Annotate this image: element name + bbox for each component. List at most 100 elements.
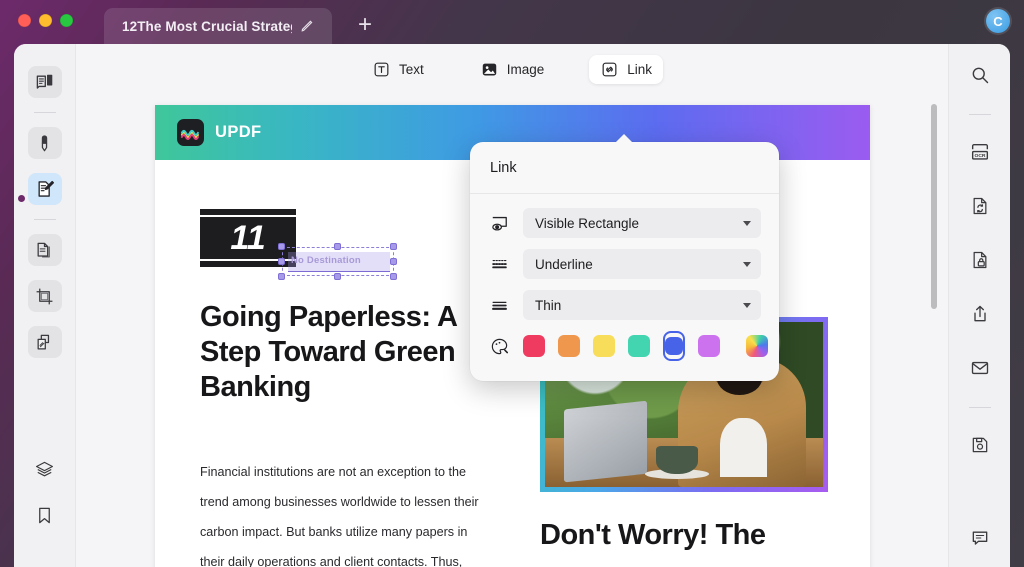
swatch-fill-yellow (593, 335, 615, 357)
sidebar-item-bookmark[interactable] (28, 499, 62, 531)
resize-handle-w[interactable] (278, 258, 285, 265)
search-button[interactable] (963, 60, 997, 90)
link-annotation-label: No Destination (291, 255, 361, 266)
resize-handle-s[interactable] (334, 273, 341, 280)
sidebar-item-reader[interactable] (27, 66, 62, 98)
text-box-icon (374, 62, 389, 76)
swatch-fill-orange (558, 335, 580, 357)
tool-link[interactable]: Link (589, 54, 664, 84)
active-indicator-dot (18, 195, 25, 202)
color-swatch-teal[interactable] (628, 331, 650, 361)
document-subheading: Don't Worry! The (540, 519, 766, 551)
swatch-fill-rainbow (746, 335, 768, 357)
convert-button[interactable] (963, 191, 997, 221)
color-swatch-purple[interactable] (698, 331, 720, 361)
share-button[interactable] (963, 299, 997, 329)
photo-person-shirt (720, 417, 768, 478)
tool-link-label: Link (627, 61, 653, 77)
line-style-select[interactable]: Underline (523, 249, 761, 279)
save-icon (972, 437, 987, 453)
sidebar-item-crop-page[interactable] (27, 280, 62, 312)
color-swatch-red[interactable] (523, 331, 545, 361)
reader-view-icon (36, 74, 53, 89)
window-traffic-lights (18, 14, 73, 27)
document-heading: Going Paperless: A Step Toward Green Ban… (200, 301, 457, 403)
link-chain-icon (602, 62, 617, 76)
vertical-scrollbar[interactable] (931, 104, 937, 309)
protect-document-button[interactable] (963, 245, 997, 275)
brand-name: UPDF (215, 123, 262, 141)
bookmark-icon (39, 507, 50, 523)
photo-laptop (564, 400, 648, 482)
app-window: OCR Text Image Link UPDF 11 No Destinati… (14, 44, 1010, 567)
close-window-button[interactable] (18, 14, 31, 27)
tool-text[interactable]: Text (361, 55, 435, 84)
edit-toolbar: Text Image Link (76, 44, 948, 94)
link-appearance-icon (488, 212, 510, 234)
resize-handle-e[interactable] (390, 258, 397, 265)
minimize-window-button[interactable] (39, 14, 52, 27)
selected-link-annotation[interactable]: No Destination (278, 243, 397, 280)
document-paragraph: Financial institutions are not an except… (200, 465, 479, 567)
annotate-edit-icon (38, 180, 54, 197)
convert-icon (973, 197, 986, 215)
svg-text:OCR: OCR (974, 153, 985, 159)
sidebar-item-layers[interactable] (28, 453, 62, 485)
resize-handle-n[interactable] (334, 243, 341, 250)
resize-handle-se[interactable] (390, 273, 397, 280)
sidebar-item-compare[interactable] (27, 326, 62, 358)
protect-document-icon (973, 251, 986, 269)
tool-image-label: Image (506, 61, 545, 77)
left-sidebar (14, 44, 76, 567)
new-tab-button[interactable]: + (352, 13, 378, 39)
resize-handle-ne[interactable] (390, 243, 397, 250)
line-style-value: Underline (535, 256, 593, 272)
tool-image[interactable]: Image (469, 55, 556, 84)
sidebar-item-organize-pages[interactable] (27, 234, 62, 266)
line-thickness-value: Thin (535, 297, 562, 313)
compare-documents-icon (37, 334, 50, 349)
pencil-icon[interactable] (300, 19, 314, 33)
color-swatch-yellow[interactable] (593, 331, 615, 361)
resize-handle-sw[interactable] (278, 273, 285, 280)
email-icon (971, 361, 988, 375)
line-thickness-select[interactable]: Thin (523, 290, 761, 320)
tool-text-label: Text (398, 61, 424, 77)
right-sidebar-divider-2 (968, 407, 991, 408)
line-style-row: Underline (488, 249, 761, 279)
save-button[interactable] (963, 430, 997, 460)
right-sidebar: OCR (948, 44, 1010, 567)
swatch-fill-teal (628, 335, 650, 357)
chevron-down-icon-2 (743, 261, 751, 267)
ocr-button[interactable]: OCR (963, 137, 997, 167)
sidebar-divider (33, 112, 56, 113)
color-swatch-row (488, 331, 768, 361)
swatch-fill-purple (698, 335, 720, 357)
line-thickness-icon (488, 294, 510, 316)
comment-button[interactable] (963, 523, 997, 553)
line-style-icon (488, 253, 510, 275)
document-tab[interactable]: 12The Most Crucial Strateg (104, 8, 332, 44)
organize-pages-icon (37, 242, 50, 257)
color-palette-icon[interactable] (488, 335, 510, 357)
resize-handle-nw[interactable] (278, 243, 285, 250)
link-appearance-row: Visible Rectangle (488, 208, 761, 238)
sidebar-item-annotate[interactable] (27, 173, 62, 205)
updf-logo-icon (177, 119, 204, 146)
color-swatch-custom[interactable] (746, 331, 768, 361)
chevron-down-icon-3 (743, 302, 751, 308)
sidebar-item-highlighter[interactable] (27, 127, 62, 159)
link-appearance-select[interactable]: Visible Rectangle (523, 208, 761, 238)
email-button[interactable] (963, 353, 997, 383)
color-swatch-blue[interactable] (663, 331, 685, 361)
crop-page-icon (36, 288, 53, 304)
image-icon (482, 63, 496, 75)
photo-coffee-cup (656, 445, 698, 474)
maximize-window-button[interactable] (60, 14, 73, 27)
color-swatch-orange[interactable] (558, 331, 580, 361)
popover-title: Link (470, 142, 779, 194)
desktop-background: 12The Most Crucial Strateg + C OCR Text … (0, 0, 1024, 567)
line-thickness-row: Thin (488, 290, 761, 320)
avatar[interactable]: C (986, 9, 1010, 33)
popover-body: Visible Rectangle Underline Thin (470, 194, 779, 361)
